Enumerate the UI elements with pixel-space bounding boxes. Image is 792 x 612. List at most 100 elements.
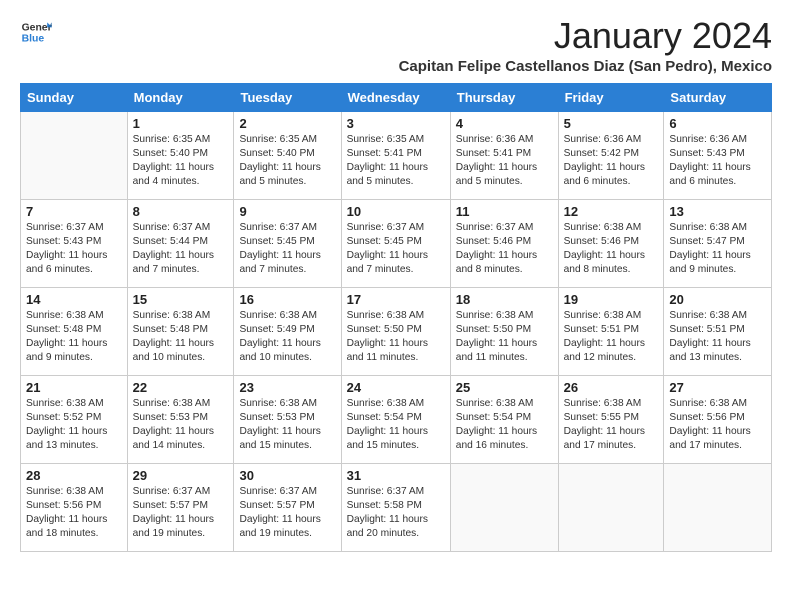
day-number: 10 <box>347 204 445 219</box>
day-info: Sunrise: 6:38 AMSunset: 5:46 PMDaylight:… <box>564 221 659 278</box>
day-info: Sunrise: 6:36 AMSunset: 5:43 PMDaylight:… <box>669 133 766 190</box>
calendar-header-row: SundayMondayTuesdayWednesdayThursdayFrid… <box>21 83 772 111</box>
calendar-cell: 28 Sunrise: 6:38 AMSunset: 5:56 PMDayligh… <box>21 463 128 551</box>
day-info: Sunrise: 6:37 AMSunset: 5:45 PMDaylight:… <box>239 221 335 278</box>
day-number: 6 <box>669 116 766 131</box>
day-number: 19 <box>564 292 659 307</box>
calendar-cell: 13 Sunrise: 6:38 AMSunset: 5:47 PMDayligh… <box>664 199 772 287</box>
calendar-cell: 12 Sunrise: 6:38 AMSunset: 5:46 PMDayligh… <box>558 199 664 287</box>
calendar-week-row: 28 Sunrise: 6:38 AMSunset: 5:56 PMDayligh… <box>21 463 772 551</box>
calendar-day-header: Friday <box>558 83 664 111</box>
calendar-cell <box>450 463 558 551</box>
calendar-cell: 16 Sunrise: 6:38 AMSunset: 5:49 PMDayligh… <box>234 287 341 375</box>
day-number: 21 <box>26 380 122 395</box>
calendar-cell <box>558 463 664 551</box>
day-info: Sunrise: 6:38 AMSunset: 5:47 PMDaylight:… <box>669 221 766 278</box>
subtitle: Capitan Felipe Castellanos Diaz (San Ped… <box>399 58 772 75</box>
day-info: Sunrise: 6:37 AMSunset: 5:45 PMDaylight:… <box>347 221 445 278</box>
calendar-week-row: 7Sunrise: 6:37 AMSunset: 5:43 PMDaylight… <box>21 199 772 287</box>
day-info: Sunrise: 6:38 AMSunset: 5:52 PMDaylight:… <box>26 397 122 454</box>
day-number: 2 <box>239 116 335 131</box>
calendar-cell: 17Sunrise: 6:38 AMSunset: 5:50 PMDayligh… <box>341 287 450 375</box>
day-info: Sunrise: 6:38 AMSunset: 5:53 PMDaylight:… <box>133 397 229 454</box>
day-info: Sunrise: 6:38 AMSunset: 5:49 PMDaylight:… <box>239 309 335 366</box>
day-info: Sunrise: 6:38 AMSunset: 5:56 PMDaylight:… <box>669 397 766 454</box>
day-number: 8 <box>133 204 229 219</box>
calendar-day-header: Sunday <box>21 83 128 111</box>
day-info: Sunrise: 6:35 AMSunset: 5:41 PMDaylight:… <box>347 133 445 190</box>
day-number: 12 <box>564 204 659 219</box>
calendar-day-header: Monday <box>127 83 234 111</box>
day-info: Sunrise: 6:38 AMSunset: 5:56 PMDaylight:… <box>26 485 122 542</box>
header: General Blue January 2024 Capitan Felipe… <box>20 16 772 75</box>
logo-icon: General Blue <box>20 16 52 48</box>
calendar-cell: 5 Sunrise: 6:36 AMSunset: 5:42 PMDaylight… <box>558 111 664 199</box>
day-info: Sunrise: 6:35 AMSunset: 5:40 PMDaylight:… <box>239 133 335 190</box>
day-info: Sunrise: 6:38 AMSunset: 5:48 PMDaylight:… <box>133 309 229 366</box>
day-number: 11 <box>456 204 553 219</box>
day-info: Sunrise: 6:36 AMSunset: 5:42 PMDaylight:… <box>564 133 659 190</box>
calendar-cell: 7Sunrise: 6:37 AMSunset: 5:43 PMDaylight… <box>21 199 128 287</box>
calendar-cell: 25 Sunrise: 6:38 AMSunset: 5:54 PMDayligh… <box>450 375 558 463</box>
calendar-cell: 30Sunrise: 6:37 AMSunset: 5:57 PMDayligh… <box>234 463 341 551</box>
day-info: Sunrise: 6:38 AMSunset: 5:50 PMDaylight:… <box>347 309 445 366</box>
day-number: 28 <box>26 468 122 483</box>
calendar-cell: 6 Sunrise: 6:36 AMSunset: 5:43 PMDaylight… <box>664 111 772 199</box>
day-number: 26 <box>564 380 659 395</box>
logo: General Blue <box>20 16 52 48</box>
calendar-cell: 8 Sunrise: 6:37 AMSunset: 5:44 PMDaylight… <box>127 199 234 287</box>
day-info: Sunrise: 6:38 AMSunset: 5:54 PMDaylight:… <box>456 397 553 454</box>
day-number: 30 <box>239 468 335 483</box>
day-number: 4 <box>456 116 553 131</box>
calendar-week-row: 14Sunrise: 6:38 AMSunset: 5:48 PMDayligh… <box>21 287 772 375</box>
day-number: 9 <box>239 204 335 219</box>
calendar-cell: 20 Sunrise: 6:38 AMSunset: 5:51 PMDayligh… <box>664 287 772 375</box>
day-number: 18 <box>456 292 553 307</box>
day-number: 13 <box>669 204 766 219</box>
calendar-cell: 23 Sunrise: 6:38 AMSunset: 5:53 PMDayligh… <box>234 375 341 463</box>
day-number: 7 <box>26 204 122 219</box>
calendar-cell: 4 Sunrise: 6:36 AMSunset: 5:41 PMDaylight… <box>450 111 558 199</box>
calendar-week-row: 21 Sunrise: 6:38 AMSunset: 5:52 PMDayligh… <box>21 375 772 463</box>
calendar-cell: 15Sunrise: 6:38 AMSunset: 5:48 PMDayligh… <box>127 287 234 375</box>
day-info: Sunrise: 6:37 AMSunset: 5:46 PMDaylight:… <box>456 221 553 278</box>
day-info: Sunrise: 6:38 AMSunset: 5:54 PMDaylight:… <box>347 397 445 454</box>
calendar-cell: 24 Sunrise: 6:38 AMSunset: 5:54 PMDayligh… <box>341 375 450 463</box>
calendar-cell: 18 Sunrise: 6:38 AMSunset: 5:50 PMDayligh… <box>450 287 558 375</box>
day-info: Sunrise: 6:38 AMSunset: 5:51 PMDaylight:… <box>669 309 766 366</box>
day-info: Sunrise: 6:38 AMSunset: 5:48 PMDaylight:… <box>26 309 122 366</box>
calendar-cell: 19 Sunrise: 6:38 AMSunset: 5:51 PMDayligh… <box>558 287 664 375</box>
calendar-cell: 22 Sunrise: 6:38 AMSunset: 5:53 PMDayligh… <box>127 375 234 463</box>
calendar-cell: 10 Sunrise: 6:37 AMSunset: 5:45 PMDayligh… <box>341 199 450 287</box>
day-info: Sunrise: 6:35 AMSunset: 5:40 PMDaylight:… <box>133 133 229 190</box>
calendar-cell: 26 Sunrise: 6:38 AMSunset: 5:55 PMDayligh… <box>558 375 664 463</box>
calendar-cell <box>21 111 128 199</box>
day-info: Sunrise: 6:38 AMSunset: 5:50 PMDaylight:… <box>456 309 553 366</box>
day-info: Sunrise: 6:36 AMSunset: 5:41 PMDaylight:… <box>456 133 553 190</box>
day-info: Sunrise: 6:38 AMSunset: 5:55 PMDaylight:… <box>564 397 659 454</box>
svg-text:Blue: Blue <box>22 34 45 45</box>
day-number: 23 <box>239 380 335 395</box>
calendar-cell: 2 Sunrise: 6:35 AMSunset: 5:40 PMDaylight… <box>234 111 341 199</box>
title-block: January 2024 Capitan Felipe Castellanos … <box>399 16 772 75</box>
day-number: 16 <box>239 292 335 307</box>
calendar-day-header: Tuesday <box>234 83 341 111</box>
day-number: 20 <box>669 292 766 307</box>
calendar-cell: 1Sunrise: 6:35 AMSunset: 5:40 PMDaylight… <box>127 111 234 199</box>
calendar-cell: 21 Sunrise: 6:38 AMSunset: 5:52 PMDayligh… <box>21 375 128 463</box>
day-info: Sunrise: 6:38 AMSunset: 5:53 PMDaylight:… <box>239 397 335 454</box>
day-number: 24 <box>347 380 445 395</box>
calendar-cell: 11 Sunrise: 6:37 AMSunset: 5:46 PMDayligh… <box>450 199 558 287</box>
day-number: 3 <box>347 116 445 131</box>
day-number: 5 <box>564 116 659 131</box>
day-number: 22 <box>133 380 229 395</box>
calendar-day-header: Thursday <box>450 83 558 111</box>
calendar-cell: 29Sunrise: 6:37 AMSunset: 5:57 PMDayligh… <box>127 463 234 551</box>
calendar-cell <box>664 463 772 551</box>
day-info: Sunrise: 6:37 AMSunset: 5:58 PMDaylight:… <box>347 485 445 542</box>
day-info: Sunrise: 6:37 AMSunset: 5:44 PMDaylight:… <box>133 221 229 278</box>
day-number: 27 <box>669 380 766 395</box>
day-info: Sunrise: 6:38 AMSunset: 5:51 PMDaylight:… <box>564 309 659 366</box>
calendar-day-header: Wednesday <box>341 83 450 111</box>
day-number: 25 <box>456 380 553 395</box>
